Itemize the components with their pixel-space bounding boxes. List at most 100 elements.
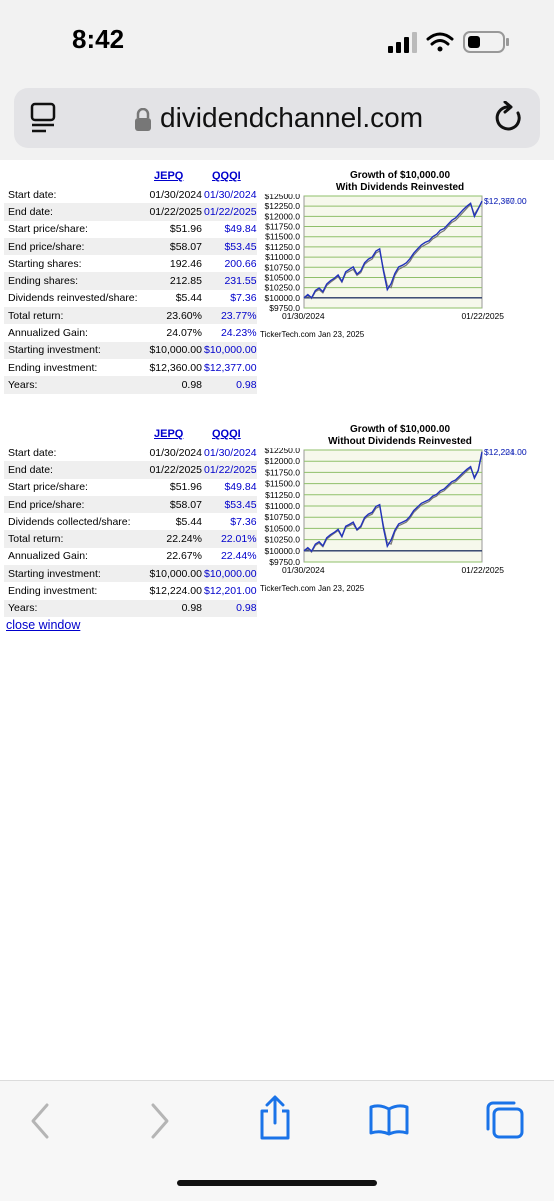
- url-text[interactable]: dividendchannel.com: [160, 102, 423, 134]
- stats-table: Start date: 01/30/2024 01/30/2024 End date:…: [4, 444, 257, 617]
- qqqi-value: 01/30/2024: [204, 446, 257, 459]
- chart-subtitle: With Dividends Reinvested: [335, 182, 465, 193]
- qqqi-value: 200.66: [224, 257, 257, 270]
- table-row: Start price/share: $51.96 $49.84: [4, 221, 257, 238]
- chart-subtitle: Without Dividends Reinvested: [328, 436, 472, 447]
- jepq-value: 01/30/2024: [149, 446, 202, 459]
- y-tick-label: $10750.0: [265, 512, 301, 522]
- table-row: Ending investment: $12,224.00 $12,201.00: [4, 582, 257, 599]
- qqqi-value: 24.23%: [220, 327, 257, 340]
- y-tick-label: $10750.0: [265, 262, 301, 272]
- table-row: End price/share: $58.07 $53.45: [4, 237, 257, 256]
- qqqi-header-link[interactable]: QQQI: [212, 170, 241, 182]
- jepq-value: $12,360.00: [149, 361, 202, 374]
- table-row: Starting investment: $10,000.00 $10,000.00: [4, 341, 257, 359]
- table-row: Ending shares: 212.85 231.55: [4, 272, 257, 290]
- row-label: Starting shares:: [8, 257, 82, 270]
- y-tick-label: $10500.0: [265, 272, 301, 282]
- table-row: Starting shares: 192.46 200.66: [4, 255, 257, 272]
- jepq-value: $5.44: [175, 515, 202, 528]
- y-tick-label: $10250.0: [265, 283, 301, 293]
- share-icon[interactable]: [256, 1095, 294, 1141]
- row-label: Starting investment:: [4, 341, 142, 359]
- qqqi-value: $12,201.00: [204, 585, 257, 598]
- stats-table: Start date: 01/30/2024 01/30/2024 End date:…: [4, 186, 257, 394]
- x-end-label: 01/22/2025: [461, 565, 504, 575]
- chart-title: Growth of $10,000.00: [349, 424, 451, 435]
- jepq-value: 0.98: [142, 376, 204, 394]
- table-row: Total return: 22.24% 22.01%: [4, 530, 257, 548]
- forward-icon[interactable]: [148, 1101, 172, 1141]
- jepq-value: $58.07: [142, 237, 204, 256]
- row-label: End price/share:: [4, 237, 142, 256]
- y-tick-label: $11750.0: [265, 222, 300, 232]
- tabs-icon[interactable]: [484, 1099, 526, 1141]
- jepq-header-link[interactable]: JEPQ: [154, 170, 183, 182]
- reload-icon[interactable]: [494, 101, 524, 135]
- jepq-value: 192.46: [169, 257, 202, 270]
- close-window-link[interactable]: close window: [6, 618, 80, 632]
- jepq-value: 01/30/2024: [149, 188, 202, 201]
- qqqi-header-link[interactable]: QQQI: [212, 428, 241, 440]
- row-label: Start date:: [8, 188, 57, 201]
- qqqi-value: $49.84: [224, 223, 257, 236]
- qqqi-value: $10,000.00: [204, 565, 257, 583]
- table-row: End date: 01/22/2025 01/22/2025: [4, 203, 257, 221]
- table-row: End price/share: $58.07 $53.45: [4, 495, 257, 514]
- qqqi-value: 23.77%: [204, 307, 257, 325]
- table-row: Start date: 01/30/2024 01/30/2024: [4, 444, 257, 461]
- row-label: Annualized Gain:: [8, 327, 88, 340]
- row-label: Dividends collected/share:: [8, 515, 131, 528]
- back-icon[interactable]: [28, 1101, 52, 1141]
- y-tick-label: $11000.0: [265, 501, 300, 511]
- row-label: Years:: [4, 599, 142, 617]
- status-time: 8:42: [72, 24, 125, 54]
- credit-label: TickerTech.com Jan 23, 2025: [260, 584, 365, 593]
- status-bar: 8:42: [0, 0, 554, 80]
- y-tick-label: $11250.0: [265, 242, 300, 252]
- end-value-label: $12,201.00: [484, 448, 527, 457]
- jepq-value: $58.07: [142, 495, 204, 514]
- bookmarks-icon[interactable]: [368, 1103, 410, 1137]
- row-label: End price/share:: [4, 495, 142, 514]
- y-tick-label: $11750.0: [265, 467, 300, 477]
- qqqi-value: $49.84: [224, 481, 257, 494]
- table-row: Annualized Gain: 22.67% 22.44%: [4, 548, 257, 565]
- lock-icon: [135, 108, 151, 131]
- table-row: End date: 01/22/2025 01/22/2025: [4, 461, 257, 479]
- qqqi-value: $53.45: [204, 237, 257, 256]
- table-row: Dividends reinvested/share: $5.44 $7.36: [4, 290, 257, 307]
- chart-title: Growth of $10,000.00: [349, 170, 451, 181]
- address-bar[interactable]: dividendchannel.com: [14, 88, 540, 148]
- x-end-label: 01/22/2025: [461, 311, 504, 321]
- row-label: Dividends reinvested/share:: [8, 292, 138, 305]
- y-tick-label: $10000.0: [265, 546, 301, 556]
- x-start-label: 01/30/2024: [282, 565, 325, 575]
- qqqi-value: 01/30/2024: [204, 188, 257, 201]
- table-row: Start price/share: $51.96 $49.84: [4, 479, 257, 496]
- y-tick-label: $12250.0: [265, 448, 301, 455]
- status-icons: [388, 31, 509, 53]
- jepq-value: 0.98: [142, 599, 204, 617]
- qqqi-value: 22.01%: [204, 530, 257, 548]
- y-tick-label: $11250.0: [265, 490, 300, 500]
- table-row: Start date: 01/30/2024 01/30/2024: [4, 186, 257, 203]
- jepq-value: 01/22/2025: [142, 203, 204, 221]
- jepq-value: 24.07%: [166, 327, 202, 340]
- home-indicator: [177, 1180, 377, 1186]
- qqqi-value: 231.55: [204, 272, 257, 290]
- jepq-header-link[interactable]: JEPQ: [154, 428, 183, 440]
- row-label: Annualized Gain:: [8, 550, 88, 563]
- plot-area: [303, 195, 483, 309]
- y-tick-label: $11500.0: [265, 232, 300, 242]
- jepq-value: 22.24%: [142, 530, 204, 548]
- table-row: Annualized Gain: 24.07% 24.23%: [4, 324, 257, 341]
- jepq-value: $10,000.00: [142, 565, 204, 583]
- y-tick-label: $10500.0: [265, 523, 301, 533]
- qqqi-value: 22.44%: [220, 550, 257, 563]
- qqqi-value: 0.98: [204, 376, 257, 394]
- qqqi-value: 01/22/2025: [204, 203, 257, 221]
- reader-mode-icon[interactable]: [30, 102, 56, 134]
- qqqi-value: $53.45: [204, 495, 257, 514]
- row-label: Start date:: [8, 446, 57, 459]
